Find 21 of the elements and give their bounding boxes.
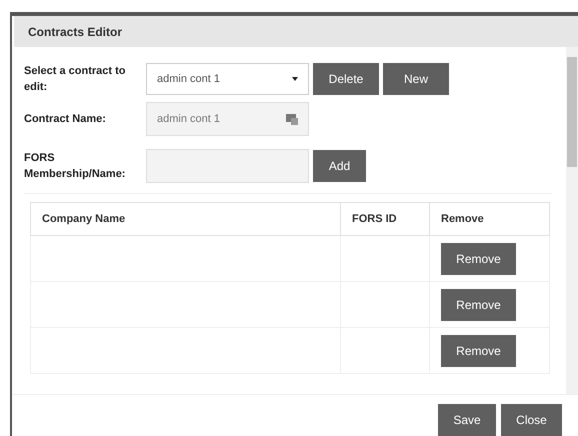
membership-field[interactable] [146, 149, 309, 184]
field-label: Select a contract to edit: [24, 64, 126, 96]
contract-name-field[interactable]: admin cont 1 [146, 102, 309, 136]
toolbar-button[interactable]: New [383, 63, 449, 96]
card-icon [286, 113, 298, 126]
remove-button[interactable]: Remove [441, 288, 516, 321]
footer-button[interactable]: Save [438, 404, 496, 436]
field-label: Contract Name: [24, 112, 107, 127]
dropdown-caret-icon [292, 77, 298, 82]
dialog-title: Contracts Editor [28, 24, 122, 41]
field-label: FORS Membership/Name: [24, 151, 126, 182]
remove-button[interactable]: Remove [441, 334, 516, 367]
column-header: Company Name [42, 213, 126, 225]
toolbar-button[interactable]: Delete [313, 63, 379, 96]
remove-button[interactable]: Remove [441, 242, 516, 275]
footer-button[interactable]: Close [501, 404, 562, 436]
column-header: Remove [441, 213, 484, 225]
contract-select[interactable]: admin cont 1 [146, 63, 309, 96]
column-header: FORS ID [352, 213, 397, 225]
scrollbar[interactable] [566, 47, 578, 394]
add-button[interactable]: Add [313, 150, 366, 182]
